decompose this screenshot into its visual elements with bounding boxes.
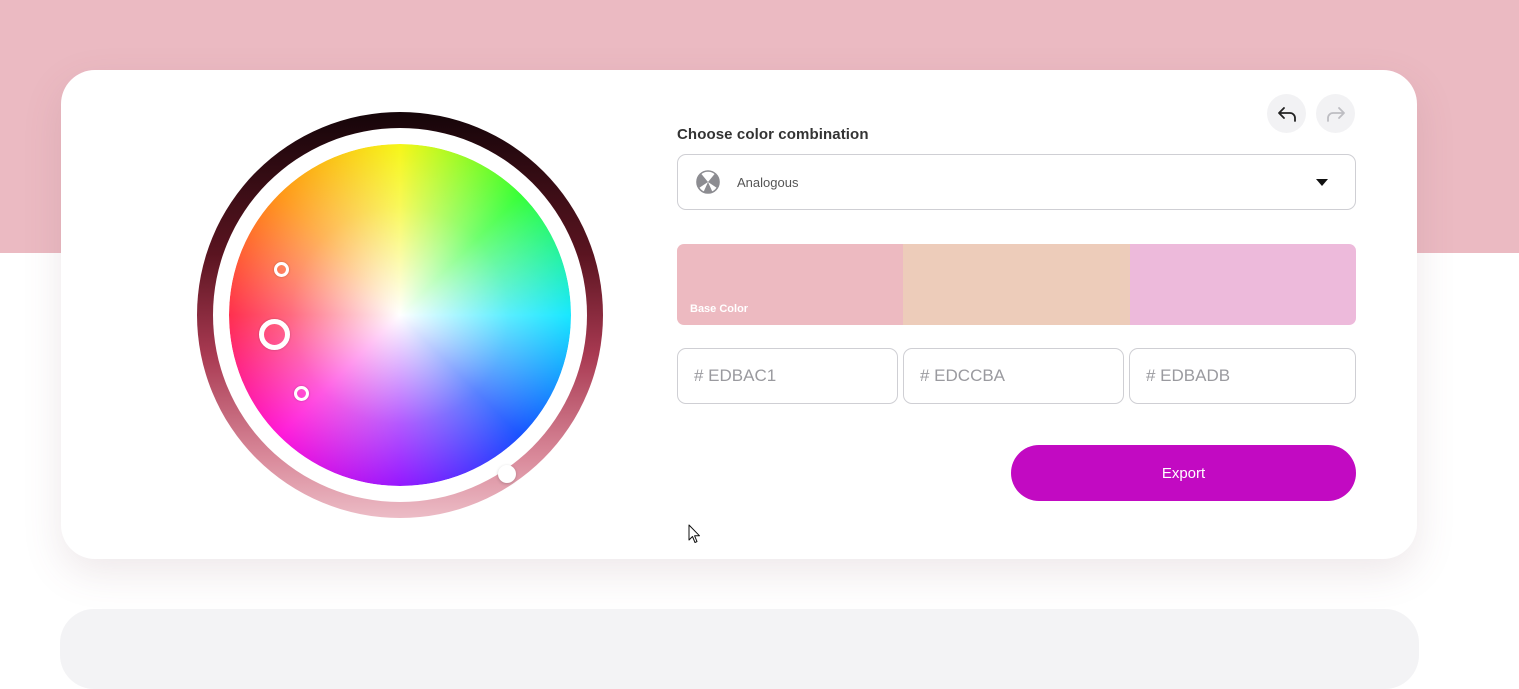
export-button[interactable]: Export [1011, 445, 1356, 501]
combination-select-value: Analogous [737, 174, 799, 190]
lower-panel [60, 609, 1419, 689]
combination-select[interactable]: Analogous [677, 154, 1356, 210]
color-handle-tertiary[interactable] [294, 386, 309, 401]
hex-input-2[interactable]: # EDCCBA [903, 348, 1124, 404]
brightness-knob[interactable] [498, 465, 516, 483]
analogous-scheme-icon [696, 170, 720, 194]
saturation-gradient [229, 144, 571, 486]
undo-arrow-icon [1277, 106, 1296, 122]
color-wheel[interactable] [197, 112, 603, 518]
color-wheel-card: Choose color combination Analogous Base … [61, 70, 1417, 559]
undo-button[interactable] [1267, 94, 1306, 133]
color-handle-secondary[interactable] [274, 262, 289, 277]
hex-input-3[interactable]: # EDBADB [1129, 348, 1356, 404]
hex-input-base[interactable]: # EDBAC1 [677, 348, 898, 404]
palette-swatches: Base Color [677, 244, 1356, 325]
combination-label: Choose color combination [677, 126, 869, 143]
chevron-down-icon [1316, 179, 1328, 186]
redo-button[interactable] [1316, 94, 1355, 133]
mouse-pointer-icon [688, 524, 700, 543]
swatch-2[interactable] [903, 244, 1130, 325]
redo-arrow-icon [1326, 106, 1345, 122]
hue-wheel[interactable] [229, 144, 571, 486]
swatch-base-label: Base Color [690, 303, 749, 315]
swatch-base[interactable]: Base Color [677, 244, 904, 325]
swatch-3[interactable] [1129, 244, 1356, 325]
color-handle-base[interactable] [259, 319, 290, 350]
